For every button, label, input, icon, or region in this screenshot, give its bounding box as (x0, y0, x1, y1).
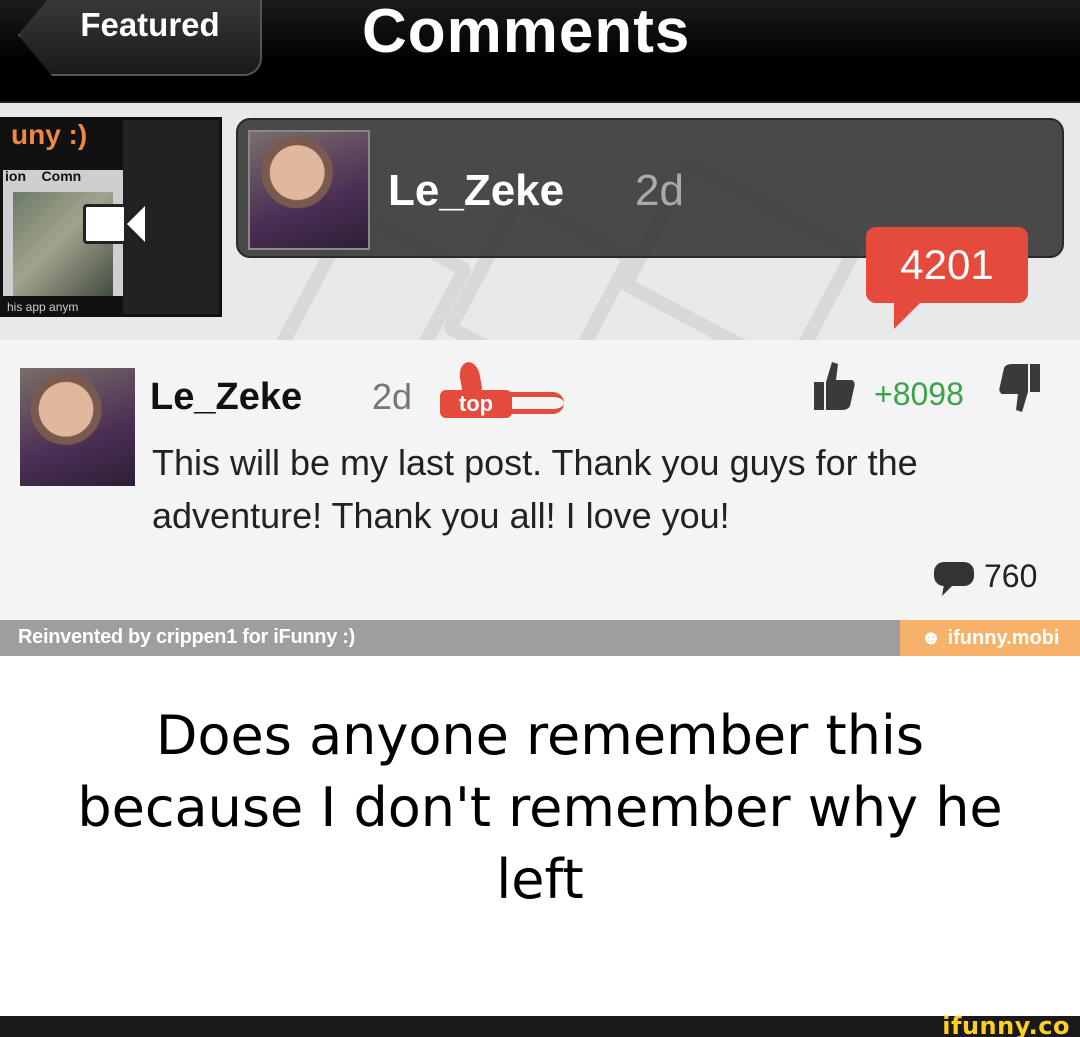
author-username[interactable]: Le_Zeke (388, 166, 564, 216)
top-comment-badge: top (440, 360, 564, 418)
comment-count-tail (894, 301, 922, 329)
post-timestamp: 2d (635, 166, 684, 215)
author-avatar[interactable] (248, 130, 370, 250)
comment-count-badge: 4201 (866, 227, 1028, 303)
bottom-watermark-bar: ifunny.co (0, 1012, 1080, 1037)
comment-item: Le_Zeke 2d top +8098 This will be my las… (0, 340, 1080, 620)
commenter-username[interactable]: Le_Zeke (150, 376, 302, 419)
post-thumbnail[interactable]: uny :) ion Comn his app anym (0, 117, 222, 317)
thumbnail-header: uny :) (3, 120, 123, 170)
swoosh-icon (510, 392, 564, 414)
video-camera-icon (83, 200, 153, 250)
page-title: Comments (362, 0, 691, 66)
speech-bubble-icon[interactable] (932, 560, 976, 598)
post-header: uny :) ion Comn his app anym Le_Zeke 2d … (0, 103, 1080, 340)
thumbnail-text: ion Comn (5, 168, 82, 184)
ifunny-watermark: ifunny.co (942, 1012, 1070, 1037)
comment-score: +8098 (874, 376, 964, 412)
ifunny-mobi-tag: ☻ ifunny.mobi (900, 620, 1080, 656)
thumbnail-footer: his app anym (3, 296, 123, 314)
commenter-avatar[interactable] (20, 368, 135, 486)
ifunny-mobi-label: ifunny.mobi (947, 626, 1060, 649)
thumbs-up-icon[interactable] (812, 360, 856, 412)
navigation-bar: Featured Comments (0, 0, 1080, 103)
comment-timestamp: 2d (372, 376, 413, 417)
credit-strip: Reinvented by crippen1 for iFunny :) ☻ i… (0, 620, 1080, 656)
caption-text: Does anyone remember this because I don'… (77, 704, 1003, 911)
back-button-label: Featured (80, 6, 220, 43)
credit-text: Reinvented by crippen1 for iFunny :) (18, 626, 356, 648)
flame-icon (457, 360, 483, 394)
comment-text: This will be my last post. Thank you guy… (152, 442, 918, 536)
featured-back-button[interactable]: Featured (18, 0, 262, 76)
reply-count[interactable]: 760 (984, 558, 1037, 595)
smiley-icon: ☻ (920, 626, 942, 649)
top-badge-label: top (440, 390, 512, 418)
thumbs-down-icon[interactable] (998, 362, 1042, 414)
